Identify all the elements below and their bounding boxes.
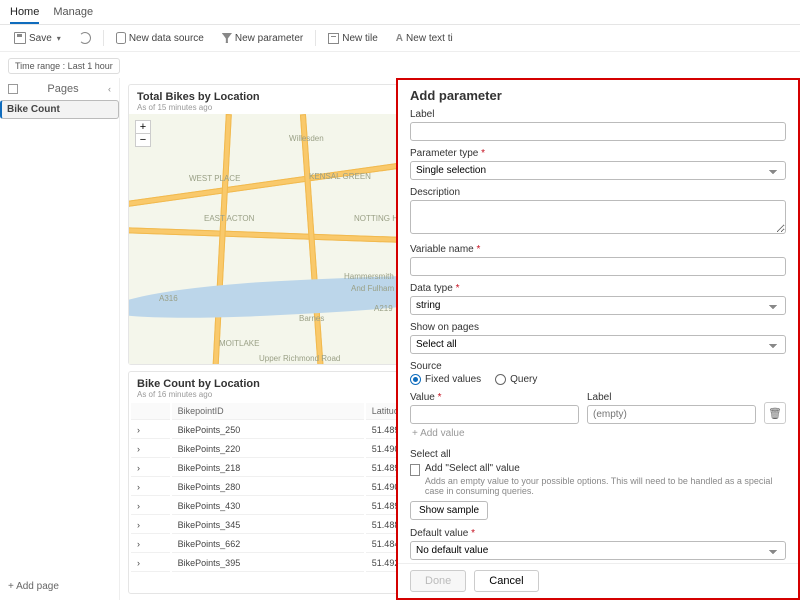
map-place-label: MOITLAKE xyxy=(219,339,259,348)
expand-row-icon[interactable]: › xyxy=(131,422,170,439)
table-cell: BikePoints_220 xyxy=(172,441,364,458)
done-button[interactable]: Done xyxy=(410,570,466,592)
data-type-select[interactable]: string xyxy=(410,296,786,315)
add-parameter-panel: Add parameter Label Parameter type Singl… xyxy=(396,78,800,600)
map-place-label: Hammersmith xyxy=(344,272,394,281)
default-value-label: Default value xyxy=(410,528,786,539)
variable-name-input[interactable] xyxy=(410,257,786,276)
map-place-label: Barnes xyxy=(299,314,324,323)
add-page-button[interactable]: + Add page xyxy=(0,573,119,600)
toolbar: Save New data source New parameter New t… xyxy=(0,25,800,52)
time-range-chip[interactable]: Time range : Last 1 hour xyxy=(8,58,120,74)
map-place-label: And Fulham xyxy=(351,284,394,293)
database-icon xyxy=(116,32,126,44)
refresh-button[interactable] xyxy=(73,29,97,47)
add-select-all-checkbox-label: Add "Select all" value xyxy=(425,463,786,474)
new-data-source-button[interactable]: New data source xyxy=(110,29,210,47)
map-place-label: EAST ACTON xyxy=(204,214,254,223)
table-cell: BikePoints_345 xyxy=(172,517,364,534)
table-cell: BikePoints_280 xyxy=(172,479,364,496)
table-cell: BikePoints_218 xyxy=(172,460,364,477)
expand-row-icon[interactable]: › xyxy=(131,517,170,534)
radio-icon xyxy=(410,374,421,385)
value-label-label: Label xyxy=(587,392,756,403)
add-value-button[interactable]: + Add value xyxy=(410,424,786,443)
expand-row-icon[interactable]: › xyxy=(131,441,170,458)
tab-home[interactable]: Home xyxy=(10,3,39,24)
table-column-header[interactable]: BikepointID xyxy=(172,403,364,420)
table-cell: BikePoints_430 xyxy=(172,498,364,515)
nav-tabs: Home Manage xyxy=(0,0,800,25)
app-root: Home Manage Save New data source New par… xyxy=(0,0,800,600)
new-text-tile-button[interactable]: ANew text ti xyxy=(390,30,459,47)
refresh-icon xyxy=(79,32,91,44)
expand-row-icon[interactable]: › xyxy=(131,536,170,553)
data-type-label: Data type xyxy=(410,283,786,294)
text-icon: A xyxy=(396,33,403,44)
pages-header: Pages ‹ xyxy=(0,78,119,100)
select-all-hint: Adds an empty value to your possible opt… xyxy=(425,476,786,496)
map-place-label: KENSAL GREEN xyxy=(309,172,371,181)
tab-manage[interactable]: Manage xyxy=(53,3,93,24)
expand-row-icon[interactable]: › xyxy=(131,555,170,572)
description-label: Description xyxy=(410,187,786,198)
radio-icon xyxy=(495,374,506,385)
tile-icon xyxy=(328,33,339,44)
parameter-type-label: Parameter type xyxy=(410,148,786,159)
value-input[interactable] xyxy=(410,405,579,424)
add-select-all-checkbox[interactable] xyxy=(410,464,420,476)
toolbar-separator xyxy=(103,30,104,46)
panel-footer: Done Cancel xyxy=(398,563,798,598)
show-on-pages-select[interactable]: Select all xyxy=(410,335,786,354)
cancel-button[interactable]: Cancel xyxy=(474,570,538,592)
sidebar-page-bike-count[interactable]: Bike Count xyxy=(0,100,119,119)
table-cell: BikePoints_250 xyxy=(172,422,364,439)
map-place-label: Upper Richmond Road xyxy=(259,354,340,363)
default-value-select[interactable]: No default value xyxy=(410,541,786,560)
panel-title: Add parameter xyxy=(410,88,786,103)
map-place-label: A316 xyxy=(159,294,178,303)
label-input[interactable] xyxy=(410,122,786,141)
toolbar-separator xyxy=(315,30,316,46)
description-input[interactable] xyxy=(410,200,786,234)
pages-sidebar: Pages ‹ Bike Count + Add page xyxy=(0,78,120,600)
workspace: Pages ‹ Bike Count + Add page Total Bike… xyxy=(0,78,800,600)
table-cell: BikePoints_662 xyxy=(172,536,364,553)
table-cell: BikePoints_395 xyxy=(172,555,364,572)
value-label: Value xyxy=(410,392,579,403)
funnel-icon xyxy=(222,33,232,43)
pages-icon xyxy=(8,84,18,94)
variable-name-label: Variable name xyxy=(410,244,786,255)
save-icon xyxy=(14,32,26,44)
trash-icon: 🗑 xyxy=(768,407,782,420)
map-place-label: WEST PLACE xyxy=(189,174,240,183)
show-sample-button[interactable]: Show sample xyxy=(410,501,488,520)
new-tile-button[interactable]: New tile xyxy=(322,30,384,47)
map-zoom-controls: + − xyxy=(135,120,151,147)
zoom-in-button[interactable]: + xyxy=(136,121,150,134)
expand-row-icon[interactable]: › xyxy=(131,479,170,496)
select-all-section-label: Select all xyxy=(410,449,786,460)
show-on-pages-label: Show on pages xyxy=(410,322,786,333)
map-place-label: Willesden xyxy=(289,134,324,143)
label-label: Label xyxy=(410,109,786,120)
source-label: Source xyxy=(410,361,786,372)
chip-bar: Time range : Last 1 hour xyxy=(0,52,800,78)
expand-row-icon[interactable]: › xyxy=(131,460,170,477)
delete-value-button[interactable]: 🗑 xyxy=(764,402,786,424)
new-parameter-button[interactable]: New parameter xyxy=(216,30,309,47)
parameter-type-select[interactable]: Single selection xyxy=(410,161,786,180)
source-query-radio[interactable]: Query xyxy=(495,374,537,385)
source-fixed-values-radio[interactable]: Fixed values xyxy=(410,374,481,385)
expand-row-icon[interactable]: › xyxy=(131,498,170,515)
save-button[interactable]: Save xyxy=(8,29,67,47)
zoom-out-button[interactable]: − xyxy=(136,134,150,146)
collapse-icon[interactable]: ‹ xyxy=(108,84,111,94)
map-place-label: A219 xyxy=(374,304,393,313)
value-label-input[interactable] xyxy=(587,405,756,424)
